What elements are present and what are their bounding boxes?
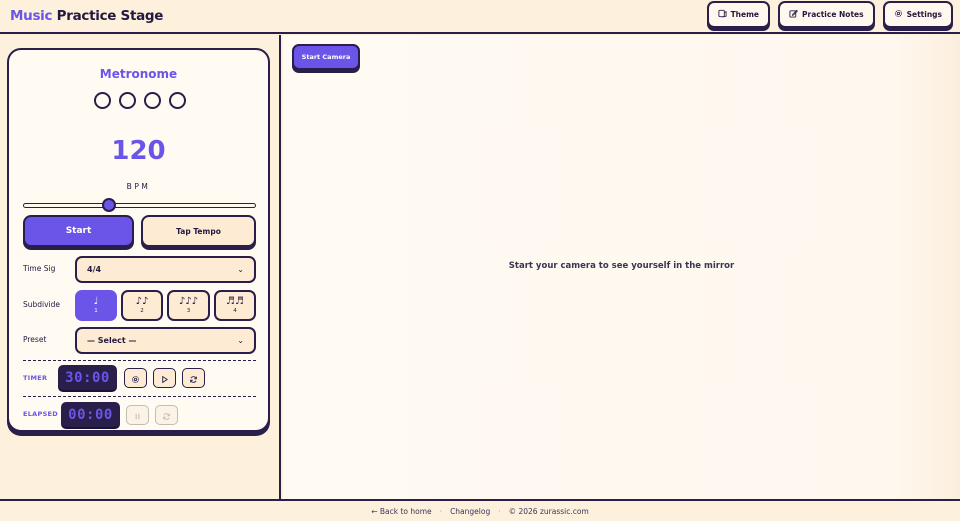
subdivide-option-4[interactable]: ♬♬ 4 (214, 290, 256, 321)
beat-indicator (144, 92, 161, 109)
edit-icon (789, 9, 798, 20)
theme-button-label: Theme (730, 10, 760, 19)
timer-play-button[interactable] (153, 368, 176, 388)
gear-icon (131, 369, 140, 388)
chevron-down-icon: ⌄ (237, 265, 244, 274)
palette-icon (718, 9, 727, 20)
tempo-slider-thumb[interactable] (102, 198, 117, 212)
timer-reset-button[interactable] (182, 368, 205, 388)
timer-display: 30:00 (58, 365, 117, 390)
elapsed-reset-button[interactable] (155, 405, 178, 425)
mirror-panel: Start Camera Start your camera to see yo… (283, 35, 960, 499)
subdivide-option-3[interactable]: ♪♪♪ 3 (167, 290, 210, 321)
subdivide-label: Subdivide (23, 300, 61, 309)
preset-select[interactable]: — Select — ⌄ (75, 327, 256, 354)
refresh-icon (189, 369, 198, 388)
start-camera-button[interactable]: Start Camera (292, 44, 360, 70)
header-actions: Theme Practice Notes Settings (706, 1, 953, 28)
app-header: Music Practice Stage Theme Practice Note… (0, 0, 960, 34)
section-divider (23, 360, 256, 361)
practice-notes-button[interactable]: Practice Notes (778, 1, 875, 28)
pause-icon (133, 406, 142, 425)
copyright-text: © 2026 zurassic.com (508, 506, 589, 516)
timer-label: TIMER (23, 374, 48, 382)
app-footer: ← Back to home · Changelog · © 2026 zura… (0, 499, 960, 521)
chevron-down-icon: ⌄ (237, 336, 244, 345)
brand-rest: Practice Stage (56, 8, 164, 24)
settings-button[interactable]: Settings (882, 1, 953, 28)
app-title: Music Practice Stage (10, 8, 163, 24)
beat-indicator (119, 92, 136, 109)
back-to-home-link[interactable]: ← Back to home (371, 507, 431, 516)
tap-tempo-button[interactable]: Tap Tempo (141, 215, 256, 247)
subdivide-number: 4 (233, 308, 237, 314)
bpm-value: 120 (111, 136, 166, 166)
quarter-note-icon: ♩ (93, 296, 99, 307)
time-sig-select[interactable]: 4/4 ⌄ (75, 256, 256, 283)
practice-notes-label: Practice Notes (802, 10, 864, 19)
subdivide-number: 3 (186, 308, 191, 314)
triplet-notes-icon: ♪♪♪ (178, 296, 199, 307)
changelog-link[interactable]: Changelog (450, 507, 490, 516)
metronome-title: Metronome (99, 67, 178, 81)
elapsed-display: 00:00 (61, 402, 120, 427)
eighth-notes-icon: ♪♪ (135, 296, 149, 307)
bpm-label: BPM (126, 182, 151, 191)
subdivide-number: 1 (94, 308, 98, 314)
elapsed-label: ELAPSED (23, 410, 58, 418)
sixteenth-notes-icon: ♬♬ (226, 296, 244, 307)
section-divider (23, 396, 256, 397)
preset-value: — Select — (87, 336, 137, 345)
play-icon (160, 369, 169, 388)
beat-indicator (169, 92, 186, 109)
footer-separator: · (498, 506, 501, 516)
theme-button[interactable]: Theme (706, 1, 771, 28)
gear-icon (894, 9, 903, 20)
mirror-placeholder-message: Start your camera to see yourself in the… (508, 261, 735, 271)
left-panel: Metronome 120 BPM Start Tap Tempo Time S… (0, 35, 281, 499)
brand-accent: Music (10, 8, 53, 24)
refresh-icon (162, 406, 171, 425)
time-sig-label: Time Sig (23, 264, 56, 273)
metronome-start-button[interactable]: Start (23, 215, 134, 247)
subdivide-option-2[interactable]: ♪♪ 2 (121, 290, 163, 321)
tempo-slider-track[interactable] (23, 203, 256, 208)
beat-indicators (94, 92, 186, 109)
subdivide-number: 2 (140, 308, 144, 314)
subdivide-option-1[interactable]: ♩ 1 (75, 290, 117, 321)
time-sig-value: 4/4 (87, 265, 102, 274)
timer-settings-button[interactable] (124, 368, 147, 388)
preset-label: Preset (23, 335, 47, 344)
settings-label: Settings (906, 10, 942, 19)
elapsed-pause-button[interactable] (126, 405, 149, 425)
metronome-card: Metronome 120 BPM Start Tap Tempo Time S… (7, 48, 270, 432)
footer-separator: · (439, 506, 443, 516)
beat-indicator (94, 92, 111, 109)
